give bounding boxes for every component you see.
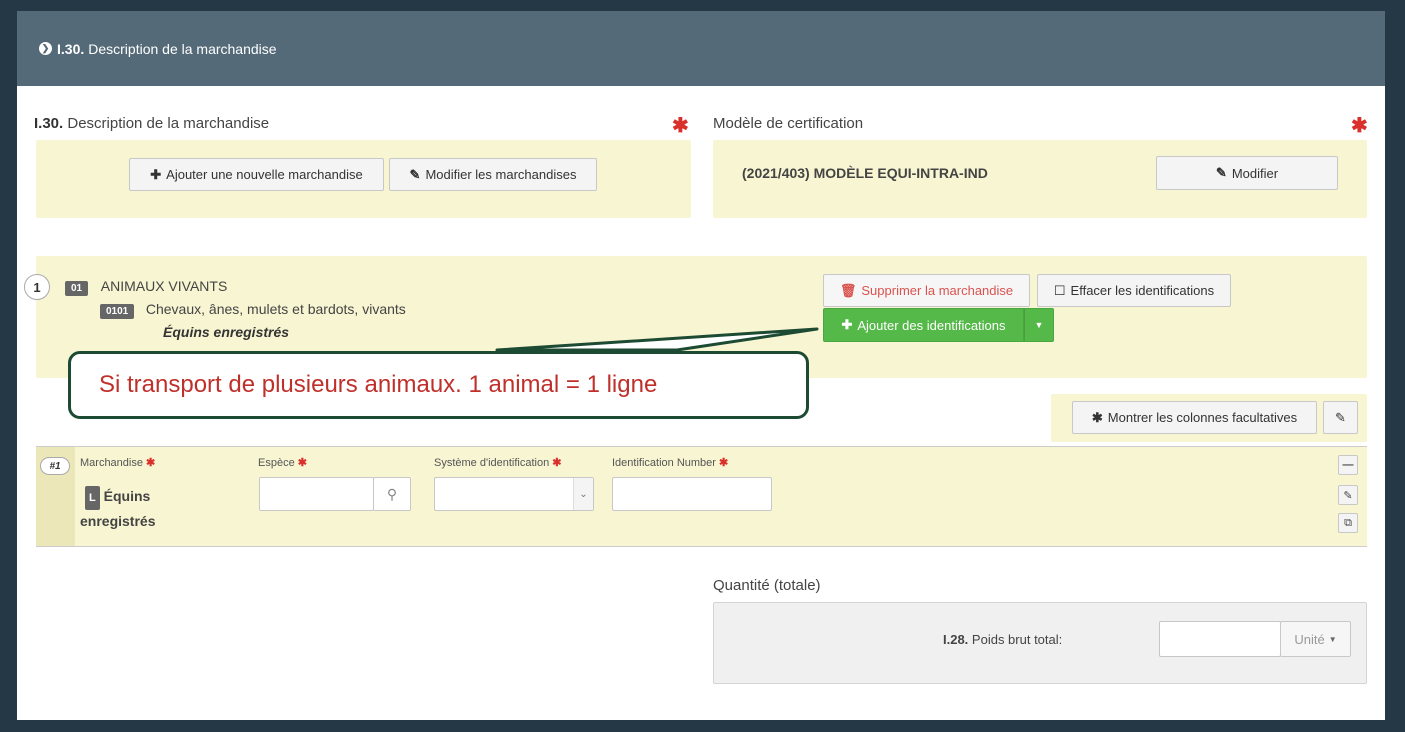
unit-dropdown[interactable]: Unité ▼ [1280, 621, 1351, 657]
row-commodity: L Équins enregistrés [80, 485, 170, 532]
required-asterisk-icon: ✱ [146, 457, 156, 469]
required-asterisk-icon: ✱ [297, 457, 307, 469]
column-marchandise-label: Marchandise [80, 457, 143, 469]
row-index: #1 [40, 457, 70, 475]
commodity-badge: L [85, 486, 100, 510]
espece-input[interactable] [259, 477, 374, 511]
unit-label: Unité [1294, 631, 1325, 647]
column-espece: Espèce ✱ [258, 456, 307, 469]
minus-icon: — [1342, 459, 1354, 471]
main-panel: ❯ I.30. Description de la marchandise I.… [17, 11, 1385, 720]
callout-text: Si transport de plusieurs animaux. 1 ani… [99, 371, 658, 398]
systeme-select[interactable] [434, 477, 594, 511]
edit-row-button[interactable]: ✎ [1338, 485, 1358, 505]
callout-annotation: Si transport de plusieurs animaux. 1 ani… [68, 351, 809, 419]
column-espece-label: Espèce [258, 457, 295, 469]
column-marchandise: Marchandise ✱ [80, 456, 155, 469]
edit-square-icon: ✎ [1335, 409, 1346, 425]
edit-columns-button[interactable]: ✎ [1323, 401, 1358, 434]
show-optional-columns-label: Montrer les colonnes facultatives [1107, 410, 1298, 425]
column-systeme: Système d'identification ✱ [434, 456, 562, 469]
chevron-down-icon[interactable]: ⌄ [573, 478, 593, 510]
collapse-row-button[interactable]: — [1338, 455, 1358, 475]
copy-row-button[interactable]: ⧉ [1338, 513, 1358, 533]
quantity-label: Quantité (totale) [713, 577, 821, 594]
callout-pointer-shape [495, 327, 819, 352]
required-asterisk-icon: ✱ [552, 457, 562, 469]
identification-row: #1 Marchandise ✱ Espèce ✱ Système d'iden… [36, 446, 1367, 547]
espece-search-button[interactable]: ⚲ [373, 477, 411, 511]
required-asterisk-icon: ✱ [719, 457, 729, 469]
asterisk-icon: ✱ [1091, 409, 1103, 425]
pencil-icon: ✎ [1343, 489, 1353, 502]
weight-label: Poids brut total: [971, 632, 1063, 647]
search-icon: ⚲ [386, 485, 398, 502]
column-identification-label: Identification Number [612, 457, 716, 469]
column-systeme-label: Système d'identification [434, 457, 550, 469]
column-identification: Identification Number ✱ [612, 456, 728, 469]
weight-label-row: I.28. Poids brut total: [943, 632, 1062, 647]
identification-number-input[interactable] [612, 477, 772, 511]
weight-code: I.28. [943, 632, 969, 647]
caret-down-icon: ▼ [1328, 634, 1337, 644]
copy-icon: ⧉ [1344, 516, 1352, 529]
show-optional-columns-button[interactable]: ✱ Montrer les colonnes facultatives [1072, 401, 1317, 434]
gross-weight-input[interactable] [1159, 621, 1281, 657]
